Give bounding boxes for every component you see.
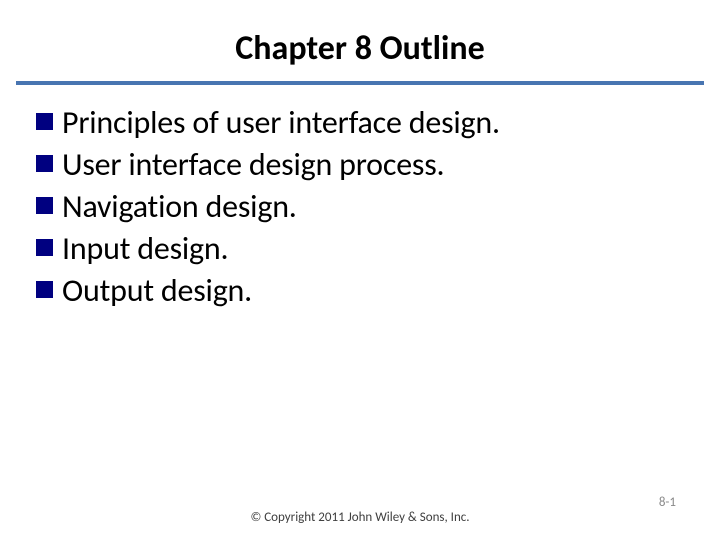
list-item: Output design. [36,271,684,311]
copyright-text: © Copyright 2011 John Wiley & Sons, Inc. [0,510,720,525]
slide: Chapter 8 Outline Principles of user int… [0,0,720,540]
title-divider [16,81,704,85]
list-item: Navigation design. [36,187,684,227]
list-item: Principles of user interface design. [36,103,684,143]
slide-title: Chapter 8 Outline [36,28,684,69]
list-item: Input design. [36,229,684,269]
bullet-list: Principles of user interface design. Use… [36,103,684,311]
list-item: User interface design process. [36,145,684,185]
page-number: 8-1 [659,495,676,510]
